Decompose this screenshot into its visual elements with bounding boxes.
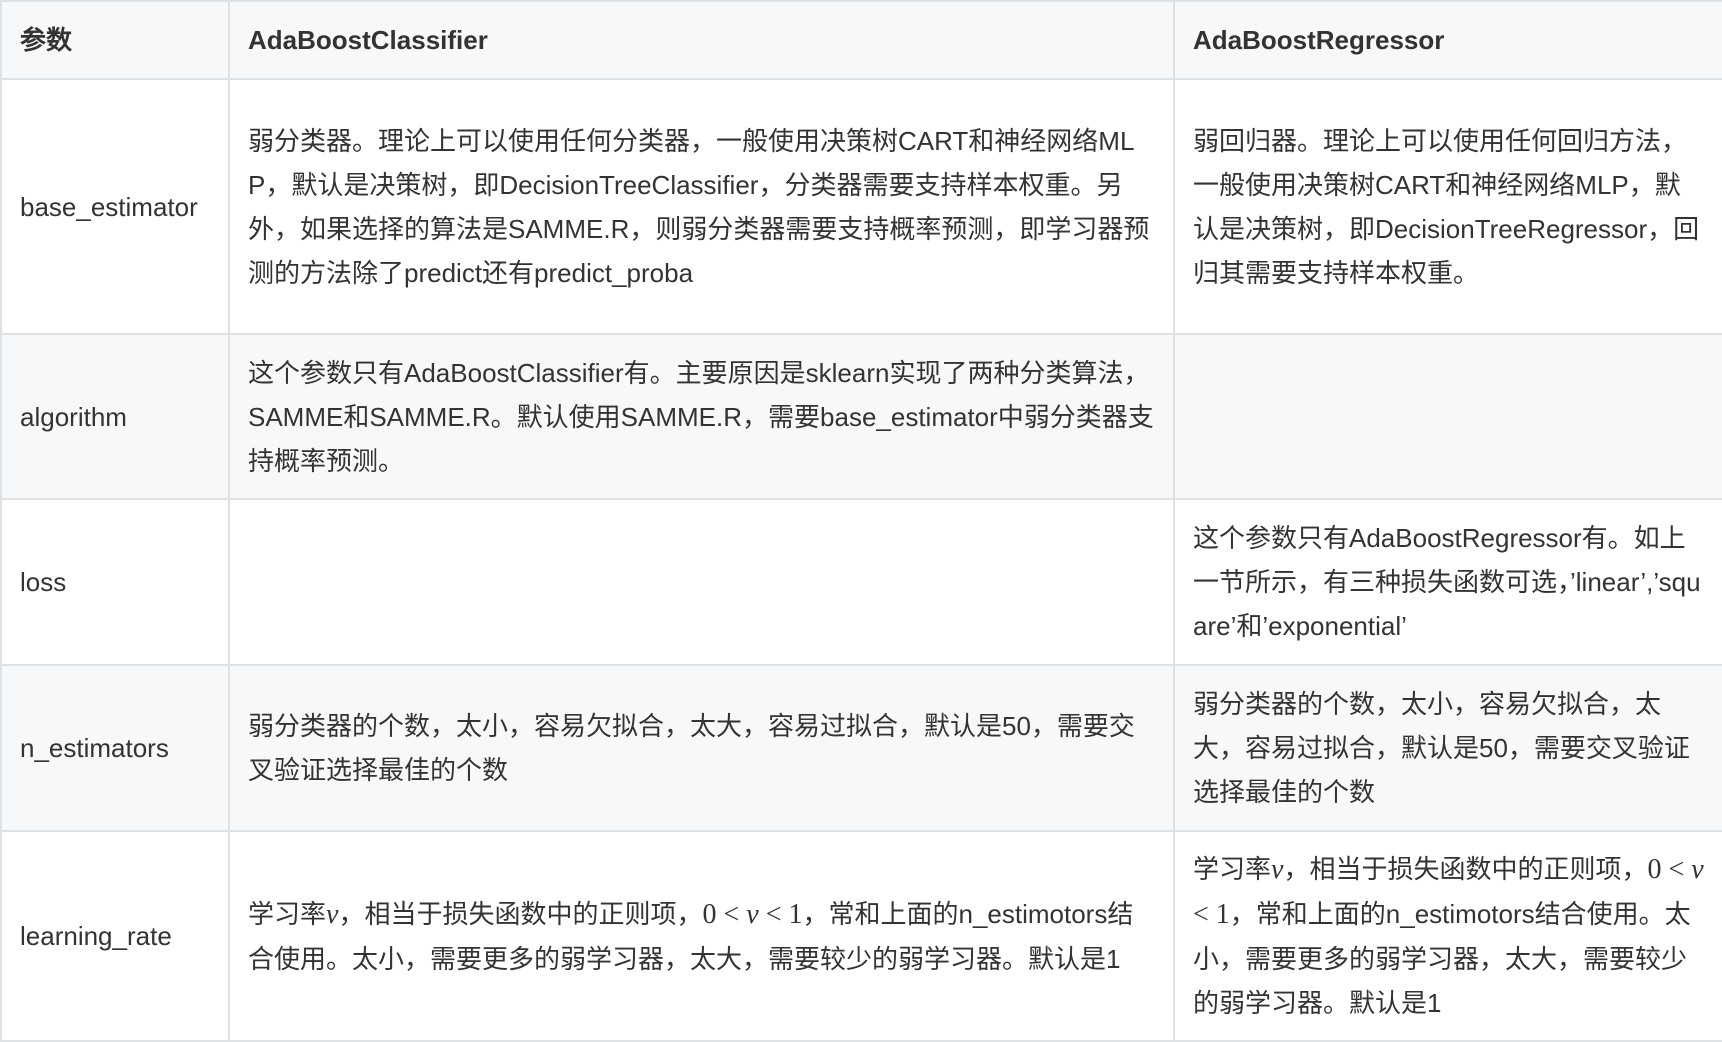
regressor-cell: 学习率v，相当于损失函数中的正则项，0 < v < 1，常和上面的n_estim… [1173,830,1722,1042]
table-row: loss 这个参数只有AdaBoostRegressor有。如上一节所示，有三种… [0,498,1722,666]
classifier-cell [228,498,1175,666]
math-number: 1 [1215,899,1230,930]
text-fragment: ，相当于损失函数中的正则项， [338,898,703,929]
classifier-cell: 这个参数只有AdaBoostClassifier有。主要原因是sklearn实现… [228,333,1175,500]
regressor-cell: 弱回归器。理论上可以使用任何回归方法，一般使用决策树CART和神经网络MLP，默… [1173,78,1722,335]
regressor-cell [1173,333,1722,500]
table-row: n_estimators 弱分类器的个数，太小，容易欠拟合，太大，容易过拟合，默… [0,664,1722,832]
regressor-cell: 这个参数只有AdaBoostRegressor有。如上一节所示，有三种损失函数可… [1173,498,1722,666]
table-row: learning_rate 学习率v，相当于损失函数中的正则项，0 < v < … [0,830,1722,1042]
math-number: 1 [788,898,803,930]
param-name: loss [0,498,230,666]
param-name: n_estimators [0,664,230,832]
header-classifier: AdaBoostClassifier [228,0,1175,80]
math-number: 0 [1647,854,1662,885]
param-name: algorithm [0,333,230,500]
parameter-table: 参数 AdaBoostClassifier AdaBoostRegressor … [0,0,1722,1042]
math-operator: < [765,898,782,930]
text-fragment: ，相当于损失函数中的正则项， [1283,854,1648,884]
regressor-cell: 弱分类器的个数，太小，容易欠拟合，太大，容易过拟合，默认是50，需要交叉验证选择… [1173,664,1722,832]
math-variable: v [1691,854,1704,885]
text-fragment: 学习率 [248,898,327,929]
header-regressor: AdaBoostRegressor [1173,0,1722,80]
text-fragment: 学习率 [1193,854,1272,884]
table-row: base_estimator 弱分类器。理论上可以使用任何分类器，一般使用决策树… [0,78,1722,335]
param-name: base_estimator [0,78,230,335]
header-param: 参数 [0,0,230,80]
classifier-cell: 学习率v，相当于损失函数中的正则项，0 < v < 1，常和上面的n_estim… [228,830,1175,1042]
math-variable: v [746,898,759,930]
math-number: 0 [702,898,717,930]
table-row: algorithm 这个参数只有AdaBoostClassifier有。主要原因… [0,333,1722,500]
param-name: learning_rate [0,830,230,1042]
math-expression: v [326,899,338,930]
math-variable: v [1271,854,1284,885]
text-fragment: ，常和上面的n_estimotors结合使用。太小，需要更多的弱学习器，太大，需… [1193,899,1691,1018]
math-operator: < [723,898,740,930]
math-inequality: 0 < v < 1 [702,899,802,930]
math-operator: < [1668,854,1685,885]
math-variable: v [326,898,339,930]
classifier-cell: 弱分类器的个数，太小，容易欠拟合，太大，容易过拟合，默认是50，需要交叉验证选择… [228,664,1175,832]
math-expression: v [1271,854,1283,885]
classifier-cell: 弱分类器。理论上可以使用任何分类器，一般使用决策树CART和神经网络MLP，默认… [228,78,1175,335]
math-operator: < [1193,899,1209,930]
header-row: 参数 AdaBoostClassifier AdaBoostRegressor [0,0,1722,80]
